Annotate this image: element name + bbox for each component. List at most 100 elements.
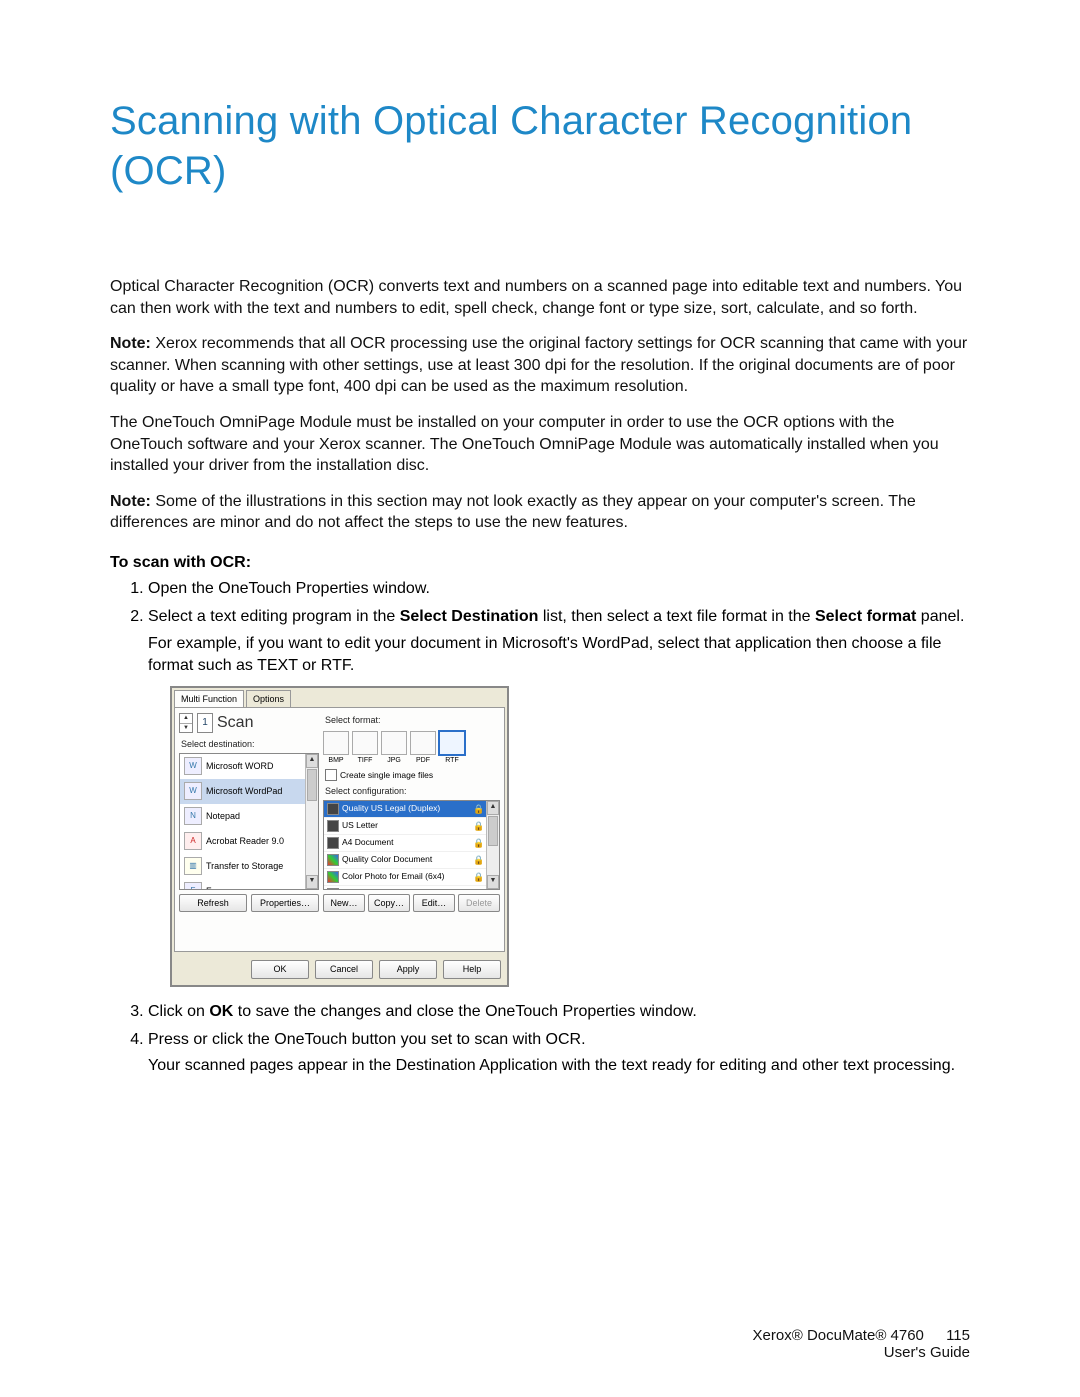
chevron-down-icon[interactable]: ▼: [180, 724, 192, 733]
note-2: Note: Some of the illustrations in this …: [110, 491, 970, 534]
list-item-label: Fax: [206, 885, 221, 890]
list-item-label: Color Photo for Email (6x4): [342, 871, 445, 883]
step-4-text-a: Press or click the OneTouch button you s…: [148, 1031, 586, 1048]
delete-button[interactable]: Delete: [458, 894, 500, 913]
list-item[interactable]: A Acrobat Reader 9.0: [180, 829, 305, 854]
notepad-icon: N: [184, 807, 202, 825]
step-1: Open the OneTouch Properties window.: [148, 578, 970, 600]
note-2-label: Note:: [110, 493, 151, 510]
step-2-text-a: Select a text editing program in the: [148, 608, 400, 625]
list-item[interactable]: US Letter🔒: [324, 818, 486, 835]
list-item[interactable]: N Notepad: [180, 804, 305, 829]
scan-spinner[interactable]: ▲ ▼: [179, 713, 193, 733]
step-2-bold-1: Select Destination: [400, 608, 539, 625]
format-jpg[interactable]: JPG: [381, 731, 407, 766]
help-button[interactable]: Help: [443, 960, 501, 979]
steps-list: Open the OneTouch Properties window. Sel…: [130, 578, 970, 1078]
list-item[interactable]: A4 Document🔒: [324, 835, 486, 852]
scrollbar[interactable]: ▲ ▼: [305, 754, 318, 888]
format-caption: PDF: [416, 756, 430, 766]
list-item[interactable]: W Microsoft WORD: [180, 754, 305, 779]
checkbox-icon[interactable]: [325, 769, 337, 781]
chevron-up-icon[interactable]: ▲: [180, 714, 192, 724]
scan-selector: ▲ ▼ 1 Scan: [179, 712, 319, 734]
refresh-button[interactable]: Refresh: [179, 894, 247, 913]
step-3-bold: OK: [209, 1003, 233, 1020]
step-2-text-c: list, then select a text file format in …: [538, 608, 815, 625]
ok-button[interactable]: OK: [251, 960, 309, 979]
note-2-body: Some of the illustrations in this sectio…: [110, 493, 916, 532]
list-item-label: A4 Document: [342, 837, 394, 849]
right-column: Select format: BMP TIFF JPG PDF RTF: [323, 712, 500, 912]
module-paragraph: The OneTouch OmniPage Module must be ins…: [110, 412, 970, 477]
list-item[interactable]: Color Document🔒: [324, 886, 486, 889]
copy-button[interactable]: Copy…: [368, 894, 410, 913]
list-item[interactable]: Quality Color Document🔒: [324, 852, 486, 869]
page-title: Scanning with Optical Character Recognit…: [110, 96, 970, 196]
format-row: BMP TIFF JPG PDF RTF: [323, 731, 500, 766]
step-2: Select a text editing program in the Sel…: [148, 606, 970, 986]
list-item-label: Notepad: [206, 810, 240, 823]
config-list[interactable]: Quality US Legal (Duplex)🔒 US Letter🔒 A4…: [323, 800, 500, 889]
jpg-icon: [381, 731, 407, 755]
scroll-up-icon[interactable]: ▲: [306, 754, 318, 768]
step-2-text-e: panel.: [916, 608, 964, 625]
format-tiff[interactable]: TIFF: [352, 731, 378, 766]
destination-list[interactable]: W Microsoft WORD WMicrosoft WordPad N Note…: [179, 753, 319, 889]
page-color-icon: [327, 888, 339, 889]
word-icon: W: [184, 757, 202, 775]
cancel-button[interactable]: Cancel: [315, 960, 373, 979]
acrobat-icon: A: [184, 832, 202, 850]
left-button-row: Refresh Properties…: [179, 894, 319, 913]
config-list-inner: Quality US Legal (Duplex)🔒 US Letter🔒 A4…: [324, 801, 486, 888]
scrollbar[interactable]: ▲ ▼: [486, 801, 499, 888]
list-item[interactable]: Color Photo for Email (6x4) 🔒: [324, 869, 486, 886]
list-item[interactable]: Quality US Legal (Duplex)🔒: [324, 801, 486, 818]
list-item[interactable]: ▥ Transfer to Storage: [180, 854, 305, 879]
edit-button[interactable]: Edit…: [413, 894, 455, 913]
fax-icon: F: [184, 882, 202, 889]
list-item-label: Microsoft WORD: [206, 760, 274, 773]
left-column: ▲ ▼ 1 Scan Select destination: WMicr: [179, 712, 319, 912]
note-1-label: Note:: [110, 335, 151, 352]
tab-multi-function[interactable]: Multi Function: [174, 690, 244, 708]
two-column-layout: ▲ ▼ 1 Scan Select destination: WMicr: [179, 712, 500, 912]
storage-icon: ▥: [184, 857, 202, 875]
properties-button[interactable]: Properties…: [251, 894, 319, 913]
tab-options[interactable]: Options: [246, 690, 291, 708]
step-4-text-b: Your scanned pages appear in the Destina…: [148, 1055, 970, 1077]
scroll-thumb[interactable]: [488, 816, 498, 846]
bmp-icon: [323, 731, 349, 755]
format-bmp[interactable]: BMP: [323, 731, 349, 766]
list-item[interactable]: F Fax: [180, 879, 305, 889]
page-bw-icon: [327, 820, 339, 832]
step-4: Press or click the OneTouch button you s…: [148, 1029, 970, 1078]
pdf-icon: [410, 731, 436, 755]
page-footer: Xerox® DocuMate® 4760 115 User's Guide: [753, 1327, 970, 1361]
scroll-up-icon[interactable]: ▲: [487, 801, 499, 815]
note-1: Note: Xerox recommends that all OCR proc…: [110, 333, 970, 398]
list-item[interactable]: WMicrosoft WordPad: [180, 779, 305, 804]
create-single-label: Create single image files: [340, 770, 433, 782]
scan-number: 1: [197, 713, 213, 733]
create-single-row[interactable]: Create single image files: [325, 769, 500, 781]
select-config-label: Select configuration:: [325, 785, 500, 798]
onetouch-screenshot: Multi Function Options ▲ ▼: [170, 686, 970, 987]
list-item-label: Color Document: [342, 888, 403, 889]
page-number: 115: [946, 1327, 970, 1344]
apply-button[interactable]: Apply: [379, 960, 437, 979]
scroll-down-icon[interactable]: ▼: [306, 875, 318, 889]
list-item-label: Transfer to Storage: [206, 860, 283, 873]
intro-paragraph: Optical Character Recognition (OCR) conv…: [110, 276, 970, 319]
format-caption: RTF: [445, 756, 458, 766]
list-item-label: Acrobat Reader 9.0: [206, 835, 284, 848]
format-pdf[interactable]: PDF: [410, 731, 436, 766]
lock-icon: 🔒: [473, 872, 483, 882]
step-2-example: For example, if you want to edit your do…: [148, 633, 970, 678]
scroll-down-icon[interactable]: ▼: [487, 875, 499, 889]
rtf-icon: [439, 731, 465, 755]
scroll-thumb[interactable]: [307, 769, 317, 801]
format-rtf[interactable]: RTF: [439, 731, 465, 766]
new-button[interactable]: New…: [323, 894, 365, 913]
tiff-icon: [352, 731, 378, 755]
